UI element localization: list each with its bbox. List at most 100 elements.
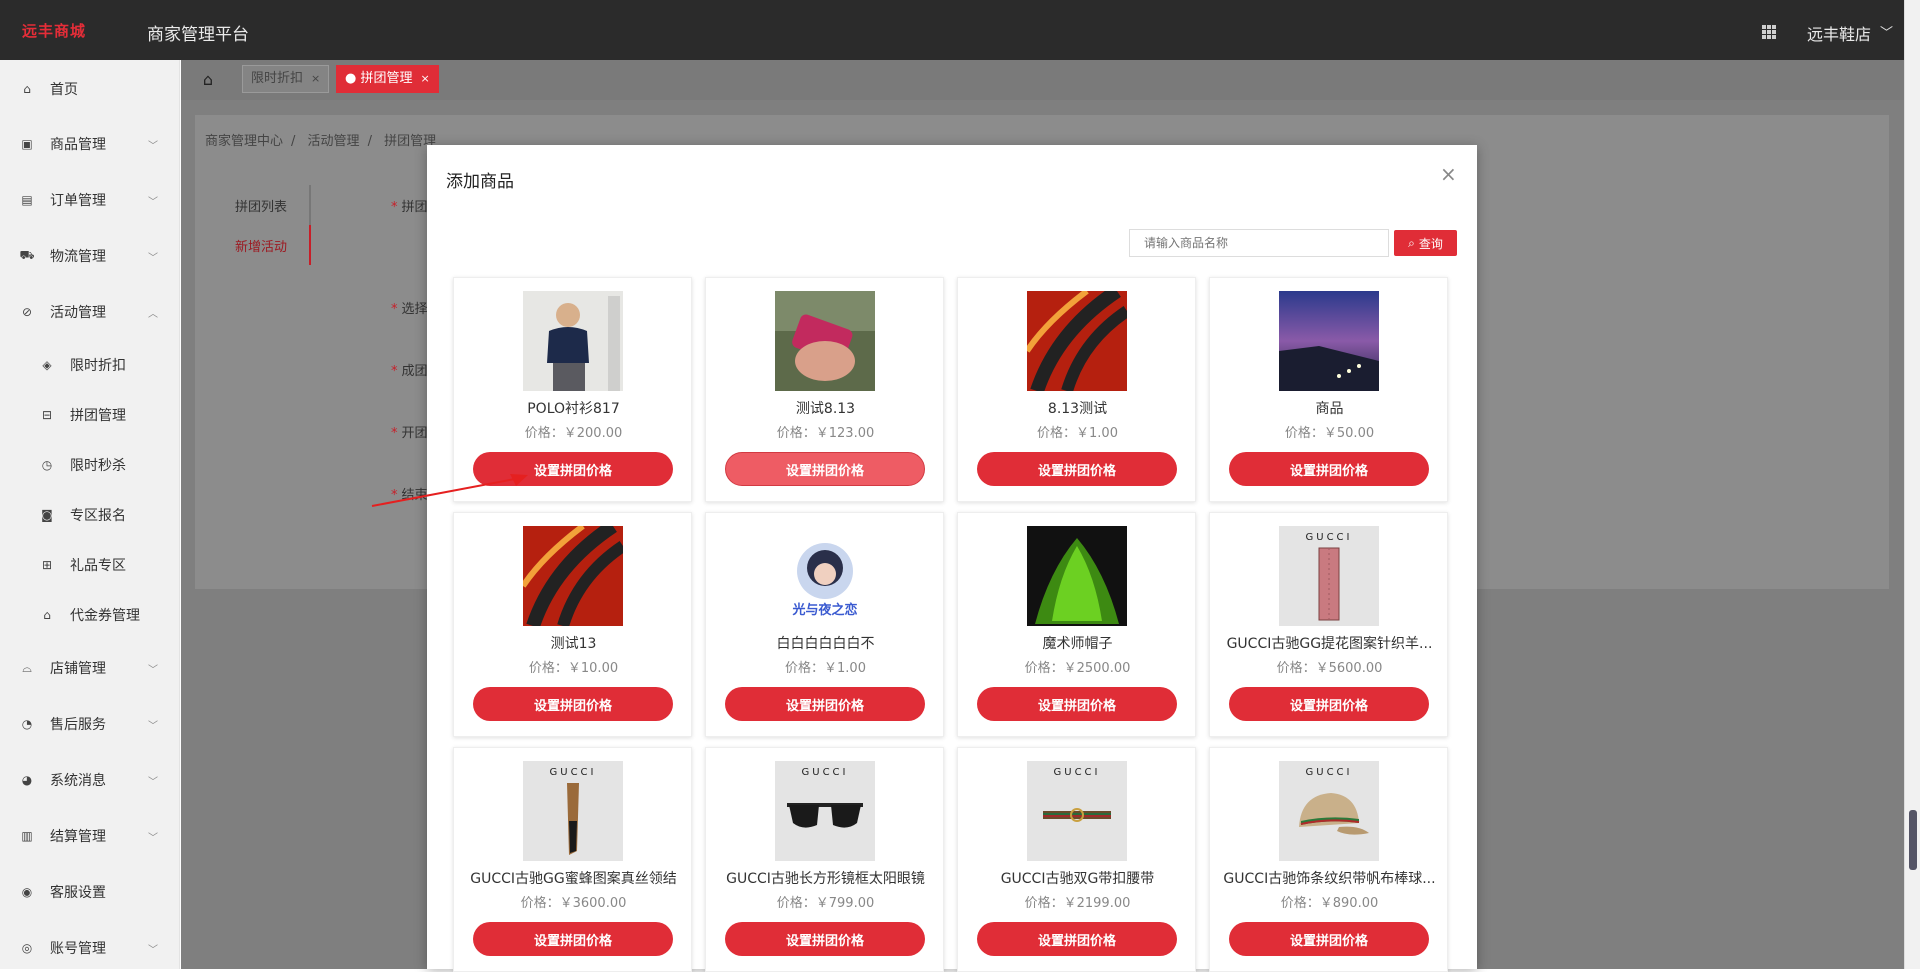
sidebar-item-label: 订单管理 [50,193,106,209]
close-icon[interactable]: × [1440,162,1457,186]
sidebar-item-label: 物流管理 [50,249,106,265]
scrollbar-thumb[interactable] [1909,810,1917,870]
sidebar-item-home[interactable]: ⌂ 首页 [0,72,180,106]
set-group-price-button[interactable]: 设置拼团价格 [1229,922,1429,956]
close-icon[interactable]: × [421,72,430,85]
sidebar-item-messages[interactable]: ◕ 系统消息 ﹀ [0,763,180,797]
product-search-input[interactable] [1129,229,1389,257]
product-card: GUCCI GUCCI古驰饰条纹织带帆布棒球... 价格：￥890.00 设置拼… [1209,747,1448,972]
logo: 远丰商城 [22,22,87,40]
set-group-price-button[interactable]: 设置拼团价格 [473,687,673,721]
product-price: 价格：￥3600.00 [520,896,627,911]
group-icon: ⊟ [41,408,53,422]
sidebar-item-label: 首页 [50,82,78,98]
chevron-down-icon[interactable]: ﹀ [1880,22,1893,41]
sidebar-item-label: 客服设置 [50,885,106,901]
set-group-price-button[interactable]: 设置拼团价格 [725,922,925,956]
sidebar-item-label: 专区报名 [70,508,126,524]
annotation-arrow [371,474,528,507]
set-group-price-button[interactable]: 设置拼团价格 [1229,687,1429,721]
tab-group[interactable]: ● 拼团管理 × [336,65,439,93]
chevron-down-icon: ﹀ [148,720,158,732]
product-image [1279,291,1379,391]
tab-label: 拼团管理 [360,71,413,86]
form-label: * 成团 [391,364,428,379]
product-price: 价格：￥10.00 [528,661,619,676]
sidebar-item-signup[interactable]: ◙ 专区报名 [0,498,180,532]
product-name: 测试8.13 [795,401,856,417]
chevron-down-icon: ﹀ [148,664,158,676]
product-image [1027,291,1127,391]
product-card: GUCCI GUCCI古驰GG蜜蜂图案真丝领结 价格：￥3600.00 设置拼团… [453,747,692,972]
qrcode-icon[interactable] [1762,25,1776,39]
tab-new-activity[interactable]: 新增活动 [235,236,287,255]
breadcrumb: 商家管理中心 / 活动管理 / 拼团管理 [205,130,444,149]
account-icon: ◎ [21,941,33,955]
product-card: 测试13 价格：￥10.00 设置拼团价格 [453,512,692,737]
product-image: GUCCI [523,761,623,861]
sidebar-item-label: 商品管理 [50,137,106,153]
page-scrollbar[interactable] [1904,0,1920,969]
sidebar-item-goods[interactable]: ▣ 商品管理 ﹀ [0,127,180,161]
sidebar-item-activity[interactable]: ⊘ 活动管理 ︿ [0,295,180,329]
sidebar-item-store[interactable]: ⌓ 店铺管理 ﹀ [0,651,180,685]
sidebar-item-orders[interactable]: ▤ 订单管理 ﹀ [0,183,180,217]
product-image: GUCCI [1027,761,1127,861]
top-bar: 远丰商城 商家管理平台 远丰鞋店 ﹀ [0,0,1904,60]
product-price: 价格：￥200.00 [524,426,623,441]
set-group-price-button[interactable]: 设置拼团价格 [725,452,925,486]
sidebar-item-coupon[interactable]: ⌂ 代金券管理 [0,598,180,632]
product-name: 魔术师帽子 [1042,636,1113,652]
search-button-label: 查询 [1418,236,1443,251]
tab-discount[interactable]: 限时折扣 × [242,65,330,93]
sidebar-item-aftersale[interactable]: ◔ 售后服务 ﹀ [0,707,180,741]
search-button[interactable]: ⌕ 查询 [1394,230,1457,256]
product-price: 价格：￥799.00 [776,896,875,911]
sidebar-item-group[interactable]: ⊟ 拼团管理 [0,398,180,432]
message-icon: ◕ [21,773,33,787]
set-group-price-button[interactable]: 设置拼团价格 [1229,452,1429,486]
set-group-price-button[interactable]: 设置拼团价格 [977,922,1177,956]
product-price: 价格：￥890.00 [1280,896,1379,911]
tab-group-list[interactable]: 拼团列表 [235,196,287,215]
clock-icon: ◷ [41,458,53,472]
product-card: GUCCI GUCCI古驰长方形镜框太阳眼镜 价格：￥799.00 设置拼团价格 [705,747,944,972]
sidebar-item-gift[interactable]: ⊞ 礼品专区 [0,548,180,582]
store-icon: ⌓ [22,660,32,675]
add-product-modal: 添加商品 × ⌕查询 POLO衬衫817 价格：￥200.00 设置拼团价格 测… [427,145,1477,972]
tab-active-dot-icon: ● [345,71,357,86]
sidebar-item-logistics[interactable]: ⛟ 物流管理 ﹀ [0,239,180,273]
form-label: * 选择 [391,302,428,317]
product-price: 价格：￥1.00 [785,661,866,676]
sidebar-item-settlement[interactable]: ▥ 结算管理 ﹀ [0,819,180,853]
tab-active-indicator [309,225,311,265]
product-card: POLO衬衫817 价格：￥200.00 设置拼团价格 [453,277,692,502]
product-price: 价格：￥2199.00 [1024,896,1131,911]
product-image-caption: 光与夜之恋 [791,602,857,618]
sidebar-item-label: 礼品专区 [70,558,126,574]
set-group-price-button[interactable]: 设置拼团价格 [473,922,673,956]
sidebar-item-support[interactable]: ◉ 客服设置 [0,875,180,909]
set-group-price-button[interactable]: 设置拼团价格 [725,687,925,721]
close-icon[interactable]: × [311,72,320,85]
modal-title: 添加商品 [446,172,514,192]
signup-icon: ◙ [41,508,53,522]
product-name: GUCCI古驰饰条纹织带帆布棒球... [1223,871,1436,887]
product-price: 价格：￥50.00 [1284,426,1375,441]
sidebar-item-account[interactable]: ◎ 账号管理 ﹀ [0,931,180,965]
set-group-price-button[interactable]: 设置拼团价格 [977,452,1177,486]
store-name[interactable]: 远丰鞋店 [1807,21,1871,45]
set-group-price-button[interactable]: 设置拼团价格 [977,687,1177,721]
product-image [523,526,623,626]
sidebar-item-label: 代金券管理 [70,608,140,624]
home-tab-icon[interactable]: ⌂ [196,67,220,91]
breadcrumb-item[interactable]: 商家管理中心 [205,134,283,149]
service-icon: ◔ [21,717,33,731]
breadcrumb-item[interactable]: 活动管理 [308,134,360,149]
sidebar-item-label: 拼团管理 [70,408,126,424]
chevron-up-icon: ︿ [148,308,158,320]
sidebar-item-label: 限时折扣 [70,358,126,374]
sidebar-item-discount[interactable]: ◈ 限时折扣 [0,348,180,382]
sidebar-item-seckill[interactable]: ◷ 限时秒杀 [0,448,180,482]
product-image: GUCCI [775,761,875,861]
